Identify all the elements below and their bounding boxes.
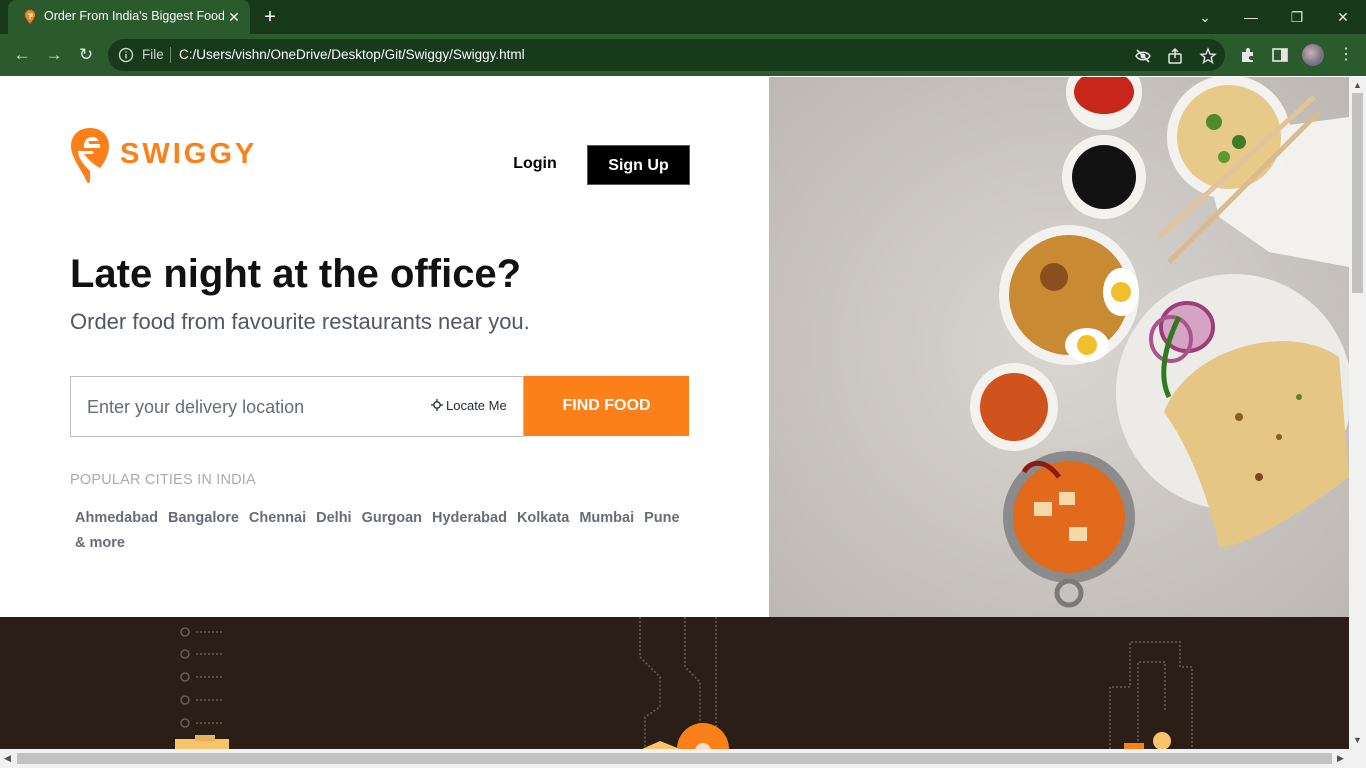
city-link-chennai[interactable]: Chennai [244,506,311,531]
hero-headline: Late night at the office? [70,252,522,296]
swiggy-logo-icon [71,128,109,183]
city-link-kolkata[interactable]: Kolkata [512,506,574,531]
eye-off-icon[interactable] [1134,47,1152,65]
swiggy-favicon-icon [25,10,35,24]
reload-icon[interactable]: ↻ [74,43,98,67]
side-panel-icon[interactable] [1271,46,1289,64]
signup-button[interactable]: Sign Up [587,145,690,185]
scroll-down-icon[interactable]: ▼ [1353,735,1362,745]
vertical-scrollbar[interactable]: ▲ ▼ [1349,77,1366,749]
new-tab-icon[interactable]: + [258,6,282,28]
popular-cities-list: Ahmedabad Bangalore Chennai Delhi Gurgoan Hyd… [70,506,710,556]
tab-title: Order From India's Biggest Food [44,9,224,23]
forward-icon[interactable]: → [42,43,66,67]
browser-tab-bar: Order From India's Biggest Food ✕ + ⌄ — … [0,0,1366,34]
scroll-up-icon[interactable]: ▲ [1353,80,1362,90]
hero-food-image [769,77,1349,617]
city-link-bangalore[interactable]: Bangalore [163,506,244,531]
file-label: File [142,47,164,62]
separator [170,47,171,63]
city-link-hyderabad[interactable]: Hyderabad [427,506,512,531]
minimize-icon[interactable]: — [1239,6,1263,28]
browser-tab[interactable]: Order From India's Biggest Food ✕ [8,0,250,34]
popular-cities-title: POPULAR CITIES IN INDIA [70,472,256,488]
info-icon[interactable] [118,47,134,63]
profile-avatar[interactable] [1302,44,1324,66]
scroll-right-icon[interactable]: ▶ [1337,753,1344,764]
find-food-button[interactable]: FIND FOOD [524,376,689,436]
login-button[interactable]: Login [500,145,570,183]
more-menu-icon[interactable]: ⋮ [1338,44,1354,66]
hero-subline: Order food from favourite restaurants ne… [70,309,530,334]
city-link-delhi[interactable]: Delhi [311,506,356,531]
restore-icon[interactable]: ❐ [1285,6,1309,28]
city-link-more[interactable]: & more [70,531,130,556]
bookmark-star-icon[interactable] [1199,47,1217,65]
page-viewport: SWIGGY Login Sign Up Late night at the o… [0,77,1349,749]
city-link-gurgoan[interactable]: Gurgoan [357,506,427,531]
brand-name: SWIGGY [120,138,258,170]
address-bar[interactable]: File C:/Users/vishn/OneDrive/Desktop/Git… [108,39,1225,71]
hero-section: SWIGGY Login Sign Up Late night at the o… [0,77,769,617]
horizontal-scroll-thumb[interactable] [17,753,1332,764]
close-window-icon[interactable]: ✕ [1331,6,1355,28]
tab-close-icon[interactable]: ✕ [224,7,244,27]
browser-toolbar: ← → ↻ File C:/Users/vishn/OneDrive/Deskt… [0,34,1366,76]
city-link-mumbai[interactable]: Mumbai [574,506,639,531]
features-band [0,617,1349,749]
city-link-ahmedabad[interactable]: Ahmedabad [70,506,163,531]
delivery-location-input[interactable] [87,395,407,419]
share-icon[interactable] [1166,47,1184,65]
vertical-scroll-thumb[interactable] [1352,93,1363,293]
scroll-left-icon[interactable]: ◀ [4,753,11,764]
location-search-box: Locate Me [70,376,524,437]
horizontal-scrollbar[interactable]: ◀ ▶ [0,749,1366,768]
features-band-decoration [175,617,1193,749]
food-spread-illustration [769,77,1349,617]
back-icon[interactable]: ← [10,43,34,67]
city-link-pune[interactable]: Pune [639,506,684,531]
url-text[interactable]: C:/Users/vishn/OneDrive/Desktop/Git/Swig… [179,47,525,62]
locate-me-label: Locate Me [446,398,507,413]
swiggy-logo[interactable]: SWIGGY [70,127,270,185]
crosshair-icon [431,399,443,411]
extensions-puzzle-icon[interactable] [1239,46,1257,64]
tab-search-icon[interactable]: ⌄ [1193,6,1217,28]
locate-me-button[interactable]: Locate Me [431,398,507,413]
